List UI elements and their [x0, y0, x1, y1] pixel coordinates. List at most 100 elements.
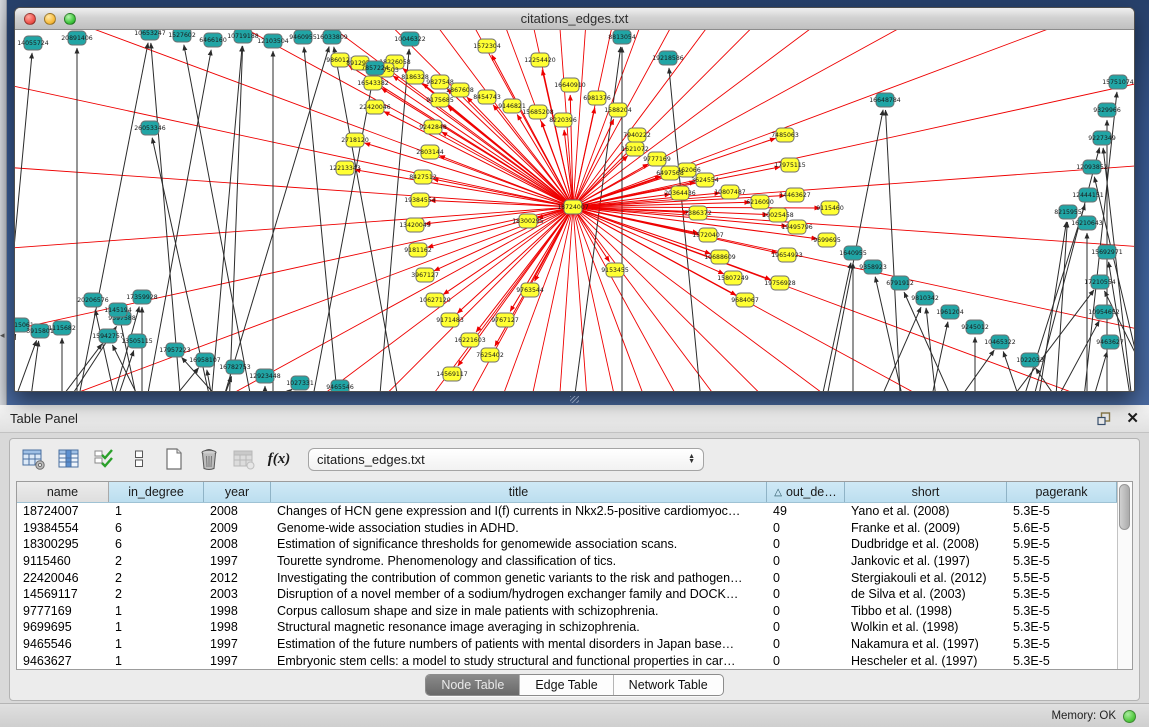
splitpane-grip[interactable]: [570, 396, 579, 403]
cell-pagerank: 5.9E-5: [1007, 537, 1117, 551]
window-titlebar[interactable]: citations_edges.txt: [15, 8, 1134, 30]
svg-text:10046322: 10046322: [394, 36, 426, 43]
svg-text:9763544: 9763544: [516, 287, 544, 294]
svg-text:9684067: 9684067: [731, 297, 759, 304]
cell-in_degree: 2: [109, 571, 204, 585]
cell-in_degree: 1: [109, 637, 204, 651]
table-row[interactable]: 1938455462009Genome-wide association stu…: [17, 520, 1117, 537]
svg-text:14055724: 14055724: [17, 40, 49, 47]
svg-text:8186328: 8186328: [401, 74, 429, 81]
cell-year: 1998: [204, 604, 271, 618]
table-panel-body: f(x) citations_edges.txt ▲▼ namein_degre…: [9, 438, 1140, 701]
cell-in_degree: 1: [109, 504, 204, 518]
svg-text:8220396: 8220396: [549, 117, 577, 124]
table-row[interactable]: 946362711997Embryonic stem cells: a mode…: [17, 652, 1117, 669]
svg-text:15807249: 15807249: [717, 275, 749, 282]
svg-text:18300295: 18300295: [512, 218, 544, 225]
svg-text:19495796: 19495796: [781, 224, 813, 231]
cell-year: 2008: [204, 504, 271, 518]
cell-title: Tourette syndrome. Phenomenology and cla…: [271, 554, 767, 568]
delete-table-icon[interactable]: [197, 447, 221, 471]
table-source-dropdown[interactable]: citations_edges.txt ▲▼: [308, 448, 704, 471]
cell-short: Hescheler et al. (1997): [845, 654, 1007, 668]
function-builder-icon[interactable]: f(x): [267, 447, 291, 471]
svg-text:12093852: 12093852: [1076, 164, 1108, 171]
cell-short: Nakamura et al. (1997): [845, 637, 1007, 651]
svg-text:1588204: 1588204: [604, 107, 632, 114]
network-window[interactable]: citations_edges.txt 18724007183002959860…: [14, 7, 1135, 392]
svg-text:3624554: 3624554: [691, 177, 719, 184]
column-header-in_degree[interactable]: in_degree: [109, 482, 204, 502]
svg-text:26053346: 26053346: [134, 125, 166, 132]
column-header-year[interactable]: year: [204, 482, 271, 502]
column-header-short[interactable]: short: [845, 482, 1007, 502]
table-tabs: Node TableEdge TableNetwork Table: [425, 674, 723, 696]
svg-text:6466160: 6466160: [199, 37, 227, 44]
column-header-out_degree[interactable]: △out_de…: [767, 482, 845, 502]
zoom-window-button[interactable]: [64, 13, 76, 25]
table-row[interactable]: 946554611997Estimation of the future num…: [17, 636, 1117, 653]
cell-name: 9463627: [17, 654, 109, 668]
svg-text:7485063: 7485063: [771, 132, 799, 139]
close-panel-icon[interactable]: ✕: [1126, 412, 1139, 426]
svg-text:10465322: 10465322: [984, 339, 1016, 346]
svg-text:10653247: 10653247: [134, 30, 166, 37]
column-header-title[interactable]: title: [271, 482, 767, 502]
table-row[interactable]: 911546021997Tourette syndrome. Phenomeno…: [17, 553, 1117, 570]
table-row[interactable]: 1830029562008Estimation of significance …: [17, 536, 1117, 553]
svg-text:8454743: 8454743: [473, 94, 501, 101]
table-tabs-row: Node TableEdge TableNetwork Table: [10, 670, 1139, 700]
row-height-icon[interactable]: [127, 447, 151, 471]
close-window-button[interactable]: [24, 13, 36, 25]
table-panel: Table Panel ✕: [0, 405, 1149, 727]
table-row[interactable]: 1872400712008Changes of HCN gene express…: [17, 503, 1117, 520]
svg-text:7940222: 7940222: [623, 132, 651, 139]
cell-out_degree: 49: [767, 504, 845, 518]
tab-edge-table[interactable]: Edge Table: [519, 675, 612, 695]
control-panel-divider[interactable]: [0, 0, 7, 405]
tab-network-table[interactable]: Network Table: [613, 675, 723, 695]
svg-text:6216090: 6216090: [746, 199, 774, 206]
divider-collapse-icon[interactable]: ◂: [0, 330, 5, 341]
cell-out_degree: 0: [767, 620, 845, 634]
float-panel-icon[interactable]: [1097, 412, 1112, 426]
table-vertical-scrollbar[interactable]: [1117, 482, 1132, 669]
svg-text:6981376: 6981376: [583, 95, 611, 102]
cell-short: Dudbridge et al. (2008): [845, 537, 1007, 551]
svg-text:10954652: 10954652: [1088, 309, 1120, 316]
table-settings-icon[interactable]: [22, 447, 46, 471]
table-row[interactable]: 969969511998Structural magnetic resonanc…: [17, 619, 1117, 636]
show-columns-icon[interactable]: [57, 447, 81, 471]
cell-title: Estimation of the future numbers of pati…: [271, 637, 767, 651]
tab-node-table[interactable]: Node Table: [426, 675, 519, 695]
svg-text:10719188: 10719188: [227, 33, 259, 40]
table-row[interactable]: 2242004622012Investigating the contribut…: [17, 569, 1117, 586]
svg-text:13505115: 13505115: [121, 338, 153, 345]
cell-short: Yano et al. (2008): [845, 504, 1007, 518]
network-canvas[interactable]: 1872400718300295986012389129551822605891…: [15, 30, 1134, 391]
create-table-icon[interactable]: [162, 447, 186, 471]
column-header-pagerank[interactable]: pagerank: [1007, 482, 1117, 502]
svg-text:1527602: 1527602: [168, 32, 196, 39]
cell-pagerank: 5.5E-5: [1007, 571, 1117, 585]
svg-text:9242848: 9242848: [419, 124, 447, 131]
memory-status-icon[interactable]: [1123, 710, 1136, 723]
table-header-row: namein_degreeyeartitle△out_de…shortpager…: [17, 482, 1117, 503]
svg-text:10688609: 10688609: [704, 254, 736, 261]
svg-text:9810342: 9810342: [911, 295, 939, 302]
svg-text:8215955: 8215955: [1054, 209, 1082, 216]
column-header-name[interactable]: name: [17, 482, 109, 502]
cell-in_degree: 6: [109, 521, 204, 535]
svg-text:15720407: 15720407: [692, 232, 724, 239]
svg-text:1145194: 1145194: [104, 307, 132, 314]
scrollbar-thumb[interactable]: [1119, 484, 1130, 530]
table-row[interactable]: 1456911722003Disruption of a novel membe…: [17, 586, 1117, 603]
svg-text:3967127: 3967127: [411, 272, 439, 279]
svg-text:16782753: 16782753: [219, 364, 251, 371]
cell-name: 9115460: [17, 554, 109, 568]
cell-short: de Silva et al. (2003): [845, 587, 1007, 601]
table-row[interactable]: 977716911998Corpus callosum shape and si…: [17, 603, 1117, 620]
minimize-window-button[interactable]: [44, 13, 56, 25]
select-rows-icon[interactable]: [92, 447, 116, 471]
svg-text:9171483: 9171483: [436, 317, 464, 324]
